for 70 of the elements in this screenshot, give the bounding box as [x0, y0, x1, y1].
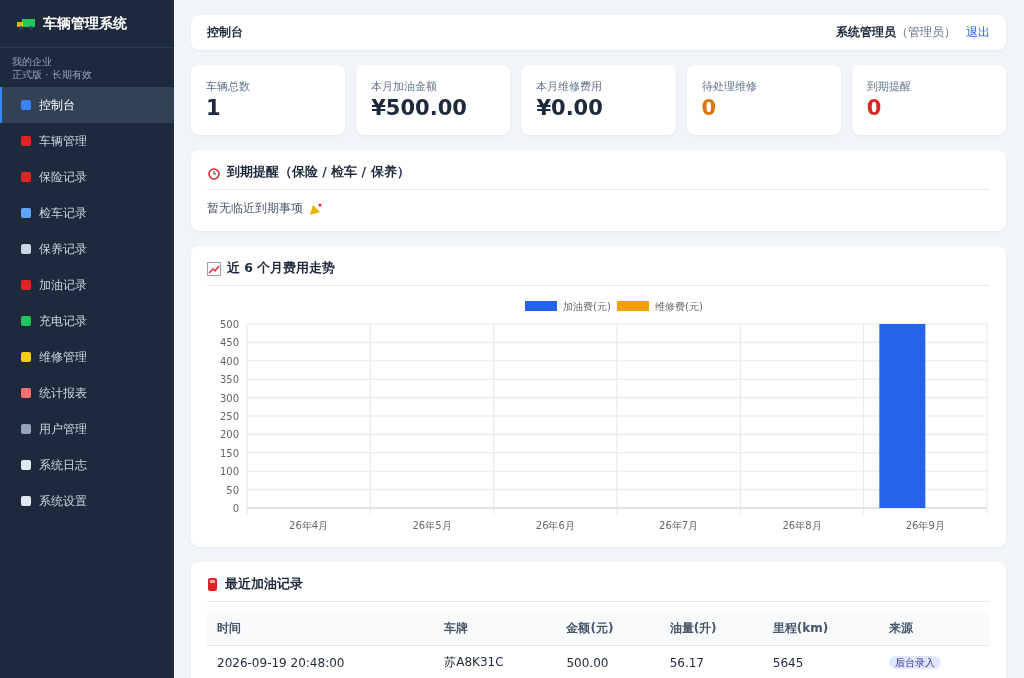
source-tag: 后台录入: [889, 656, 942, 669]
stat-label: 待处理维修: [701, 79, 758, 94]
axis-label: 26年8月: [782, 520, 822, 531]
sidebar-item[interactable]: 保险记录: [0, 159, 174, 195]
axis-label: 350: [219, 374, 239, 386]
sidebar-item[interactable]: 加油记录: [0, 267, 174, 303]
legend-label: 加油费(元): [563, 301, 611, 312]
table-cell: 56.17: [659, 645, 763, 678]
axis-label: 200: [219, 429, 239, 441]
axis-label: 100: [219, 466, 239, 478]
stat-label: 本月维修费用: [536, 79, 604, 94]
column-header: 时间: [207, 612, 435, 646]
section-title: 到期提醒（保险 / 检车 / 保养）: [227, 164, 410, 181]
column-header: 油量(升): [659, 612, 763, 646]
axis-label: 26年7月: [659, 520, 699, 531]
table-cell: 2026-09-19 20:48:00: [207, 645, 435, 678]
axis-label: 450: [219, 337, 239, 349]
axis-label: 300: [219, 392, 239, 404]
legend-label: 维修费(元): [655, 301, 703, 312]
axis-label: 500: [219, 319, 239, 330]
logout-link[interactable]: 退出: [966, 24, 990, 41]
axis-label: 26年4月: [289, 520, 329, 531]
user-name: 系统管理员: [836, 24, 896, 41]
stat-label: 车辆总数: [206, 79, 251, 94]
axis-label: 26年9月: [905, 520, 945, 531]
legend-item[interactable]: 维修费(元): [617, 301, 703, 312]
column-header: 车牌: [434, 612, 557, 646]
sidebar-item[interactable]: 车辆管理: [0, 123, 174, 159]
axis-label: 26年6月: [535, 520, 575, 531]
axis-label: 50: [226, 484, 239, 496]
sidebar-item[interactable]: 维修管理: [0, 339, 174, 375]
column-header: 金额(元): [556, 612, 660, 646]
brand-title: 车辆管理系统: [43, 14, 127, 33]
sidebar-item[interactable]: 控制台: [0, 87, 174, 123]
company-name: 我的企业: [12, 55, 53, 68]
sidebar-item[interactable]: 保养记录: [0, 231, 174, 267]
sidebar-item[interactable]: 系统日志: [0, 447, 174, 483]
table-cell: 5645: [762, 645, 880, 678]
fuel-pump-icon: [207, 577, 219, 592]
axis-label: 26年5月: [412, 520, 452, 531]
sidebar-item[interactable]: 检车记录: [0, 195, 174, 231]
page-title: 控制台: [207, 24, 243, 41]
sidebar-item[interactable]: 充电记录: [0, 303, 174, 339]
axis-label: 400: [219, 355, 239, 367]
sidebar-item[interactable]: 用户管理: [0, 411, 174, 447]
stat-value: ¥0.00: [536, 96, 604, 120]
stat-label: 到期提醒: [866, 79, 912, 94]
legend-item[interactable]: 加油费(元): [525, 301, 611, 312]
table-cell: 500.00: [556, 645, 660, 678]
line-chart-icon: [207, 261, 221, 276]
stat-value: 0: [866, 96, 883, 120]
axis-label: 0: [232, 503, 239, 514]
truck-icon: [17, 17, 35, 30]
stat-label: 本月加油金额: [371, 79, 439, 94]
sidebar-item[interactable]: 统计报表: [0, 375, 174, 411]
sidebar-item[interactable]: 系统设置: [0, 483, 174, 519]
empty-message: 暂无临近到期事项: [207, 200, 303, 217]
stat-value: ¥500.00: [371, 96, 468, 120]
user-role: （管理员）: [896, 24, 956, 41]
stat-value: 1: [206, 96, 222, 120]
column-header: 来源: [879, 612, 990, 646]
stat-value: 0: [701, 96, 718, 120]
section-title: 近 6 个月费用走势: [227, 260, 336, 277]
section-title: 最近加油记录: [225, 576, 303, 593]
axis-label: 250: [219, 411, 239, 422]
alarm-clock-icon: [207, 165, 221, 180]
table-cell: 苏A8K31C: [434, 645, 557, 678]
axis-label: 150: [219, 447, 239, 459]
column-header: 里程(km): [762, 612, 880, 646]
license-text: 正式版 · 长期有效: [12, 68, 93, 81]
